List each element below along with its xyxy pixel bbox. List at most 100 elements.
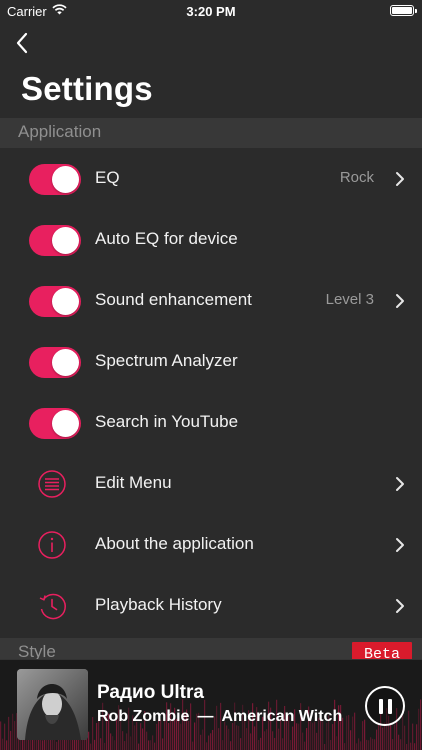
settings-row-playback-history[interactable]: Playback History xyxy=(0,576,422,637)
waveform-bar xyxy=(416,724,418,750)
mini-player[interactable]: Радио Ultra Rob Zombie — American Witch xyxy=(0,659,422,750)
info-icon xyxy=(38,531,66,559)
waveform-bar xyxy=(212,729,214,750)
waveform-bar xyxy=(364,719,366,750)
waveform-bar xyxy=(240,738,242,750)
waveform-bar xyxy=(390,722,392,750)
waveform-bar xyxy=(316,732,318,750)
waveform-bar xyxy=(24,738,26,750)
waveform-bar xyxy=(414,743,416,750)
settings-row-eq[interactable]: EQ Rock xyxy=(0,149,422,210)
auto-eq-toggle[interactable] xyxy=(29,225,81,256)
settings-row-spectrum-analyzer[interactable]: Spectrum Analyzer xyxy=(0,332,422,393)
waveform-bar xyxy=(352,716,354,750)
waveform-bar xyxy=(330,739,332,750)
row-title: Sound enhancement xyxy=(95,290,252,309)
row-value: Level 3 xyxy=(325,291,374,308)
waveform-bar xyxy=(10,730,12,750)
settings-row-search-youtube[interactable]: Search in YouTube xyxy=(0,393,422,454)
waveform-bar xyxy=(372,738,374,750)
eq-toggle[interactable] xyxy=(29,164,81,195)
waveform-bar xyxy=(298,723,300,750)
waveform-bar xyxy=(114,740,116,750)
waveform-bar xyxy=(96,723,98,750)
waveform-bar xyxy=(228,728,230,750)
waveform-bar xyxy=(304,741,306,750)
list-menu-icon xyxy=(38,470,66,498)
waveform-bar xyxy=(400,739,402,750)
row-title: Edit Menu xyxy=(95,473,172,492)
waveform-bar xyxy=(218,728,220,750)
waveform-bar xyxy=(346,715,348,750)
waveform-bar xyxy=(348,714,350,750)
album-art[interactable] xyxy=(17,669,88,740)
toggle-knob xyxy=(52,288,79,315)
row-title: About the application xyxy=(95,534,254,553)
waveform-bar xyxy=(162,738,164,750)
waveform-bar xyxy=(88,731,90,750)
waveform-bar xyxy=(260,737,262,750)
waveform-bar xyxy=(278,728,280,750)
waveform-bar xyxy=(180,723,182,750)
waveform-bar xyxy=(258,740,260,750)
waveform-bar xyxy=(100,738,102,750)
toggle-knob xyxy=(52,227,79,254)
waveform-bar xyxy=(42,740,44,750)
settings-row-edit-menu[interactable]: Edit Menu xyxy=(0,454,422,515)
settings-row-sound-enhancement[interactable]: Sound enhancement Level 3 xyxy=(0,271,422,332)
waveform-bar xyxy=(156,723,158,750)
waveform-bar xyxy=(56,741,58,750)
row-title: Spectrum Analyzer xyxy=(95,351,238,370)
waveform-bar xyxy=(314,721,316,750)
section-header-application: Application xyxy=(0,118,422,148)
waveform-bar xyxy=(168,722,170,750)
pause-button[interactable] xyxy=(365,686,405,726)
waveform-bar xyxy=(408,710,410,750)
settings-row-auto-eq[interactable]: Auto EQ for device xyxy=(0,210,422,271)
waveform-bar xyxy=(266,729,268,750)
waveform-bar xyxy=(374,739,376,750)
waveform-bar xyxy=(272,731,274,750)
waveform-bar xyxy=(332,724,334,750)
waveform-bar xyxy=(420,699,422,750)
chevron-right-icon xyxy=(396,538,404,552)
waveform-bar xyxy=(92,717,94,750)
waveform-bar xyxy=(122,731,124,750)
waveform-bar xyxy=(360,741,362,750)
waveform-bar xyxy=(368,740,370,750)
waveform-bar xyxy=(324,743,326,750)
waveform-bar xyxy=(208,735,210,750)
chevron-right-icon xyxy=(396,477,404,491)
search-youtube-toggle[interactable] xyxy=(29,408,81,439)
waveform-bar xyxy=(90,743,92,750)
row-title: Search in YouTube xyxy=(95,412,239,431)
waveform-bar xyxy=(398,734,400,750)
waveform-bar xyxy=(236,725,238,750)
artist-name: Rob Zombie xyxy=(97,708,190,725)
spectrum-analyzer-toggle[interactable] xyxy=(29,347,81,378)
waveform-bar xyxy=(274,737,276,750)
waveform-bar xyxy=(406,743,408,750)
waveform-bar xyxy=(354,712,356,750)
waveform-bar xyxy=(206,742,208,750)
waveform-bar xyxy=(138,743,140,750)
waveform-bar xyxy=(404,725,406,750)
waveform-bar xyxy=(210,733,212,750)
waveform-bar xyxy=(282,738,284,750)
sound-enhancement-toggle[interactable] xyxy=(29,286,81,317)
settings-row-about[interactable]: About the application xyxy=(0,515,422,576)
waveform-bar xyxy=(296,723,298,750)
toggle-knob xyxy=(52,349,79,376)
waveform-bar xyxy=(306,728,308,750)
waveform-bar xyxy=(238,726,240,750)
waveform-bar xyxy=(418,708,420,750)
waveform-bar xyxy=(382,727,384,750)
back-button[interactable] xyxy=(10,30,34,56)
waveform-bar xyxy=(150,740,152,750)
waveform-bar xyxy=(378,722,380,750)
waveform-bar xyxy=(136,722,138,750)
row-title: Playback History xyxy=(95,595,222,614)
toggle-knob xyxy=(52,410,79,437)
pause-icon xyxy=(388,699,392,714)
waveform-bar xyxy=(110,733,112,750)
